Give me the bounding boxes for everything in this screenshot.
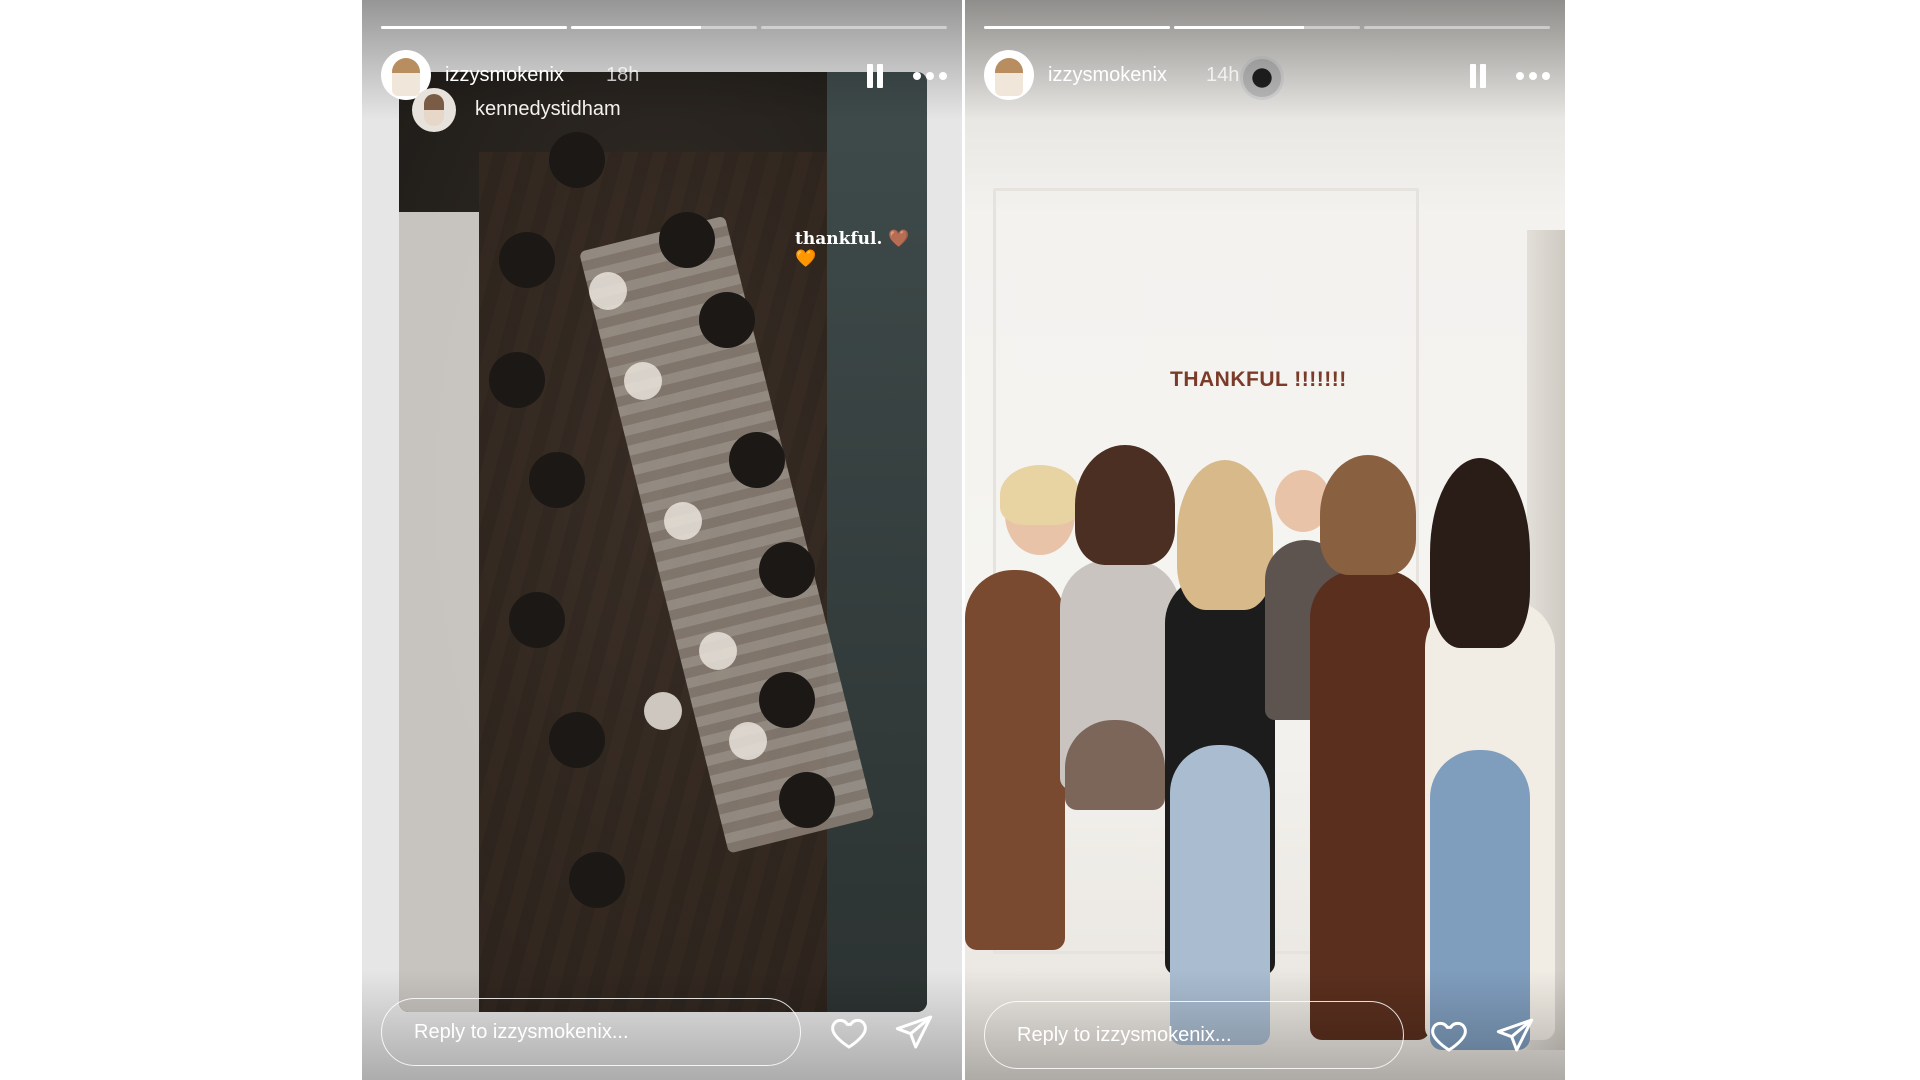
diner xyxy=(659,212,715,268)
timestamp: 14h xyxy=(1206,64,1240,86)
story-overlay-text: thankful. 🤎🧡 xyxy=(795,229,910,269)
reply-placeholder: Reply to izzysmokenix... xyxy=(414,1021,629,1043)
story-overlay-text: THANKFUL !!!!!!! xyxy=(1170,368,1347,391)
person-hair xyxy=(1430,458,1530,648)
diner xyxy=(569,852,625,908)
person xyxy=(965,570,1065,950)
wall xyxy=(827,72,927,1012)
plate xyxy=(729,722,767,760)
progress-segment xyxy=(984,26,1170,29)
pause-icon[interactable] xyxy=(864,64,886,88)
more-icon[interactable] xyxy=(913,72,947,80)
diner xyxy=(699,292,755,348)
story-progress-bar xyxy=(381,26,947,29)
person-hair xyxy=(1320,455,1416,575)
avatar[interactable] xyxy=(984,50,1034,100)
diner xyxy=(759,542,815,598)
story-header: izzysmokenix 18h xyxy=(381,50,947,102)
person-skirt xyxy=(1065,720,1165,810)
progress-segment xyxy=(1364,26,1550,29)
repost-username[interactable]: kennedystidham xyxy=(475,98,621,121)
diner xyxy=(489,352,545,408)
person-hair xyxy=(1177,460,1273,610)
reposted-story-media: thankful. 🤎🧡 xyxy=(399,72,927,1012)
diner xyxy=(529,452,585,508)
reply-placeholder: Reply to izzysmokenix... xyxy=(1017,1024,1232,1046)
diner xyxy=(729,432,785,488)
person-hair xyxy=(1075,445,1175,565)
pause-icon[interactable] xyxy=(1467,64,1489,88)
username[interactable]: izzysmokenix xyxy=(445,64,564,87)
timestamp: 18h xyxy=(606,64,640,86)
progress-segment xyxy=(381,26,567,29)
plate xyxy=(699,632,737,670)
sofa xyxy=(399,212,479,1012)
diner xyxy=(499,232,555,288)
plate xyxy=(644,692,682,730)
plate xyxy=(589,272,627,310)
progress-segment xyxy=(1174,26,1360,29)
reply-input[interactable]: Reply to izzysmokenix... xyxy=(984,1001,1404,1069)
story-header: izzysmokenix 14h xyxy=(984,50,1550,102)
plate xyxy=(664,502,702,540)
story-media: THANKFUL !!!!!!! xyxy=(965,0,1565,1080)
heart-icon[interactable] xyxy=(829,1012,869,1052)
story-right[interactable]: THANKFUL !!!!!!! izzysmokenix 14h Reply … xyxy=(965,0,1565,1080)
heart-icon[interactable] xyxy=(1429,1015,1469,1055)
diner xyxy=(779,772,835,828)
story-left[interactable]: thankful. 🤎🧡 izzysmokenix 18h kennedysti… xyxy=(362,0,962,1080)
reply-input[interactable]: Reply to izzysmokenix... xyxy=(381,998,801,1066)
diner xyxy=(549,132,605,188)
progress-segment xyxy=(571,26,757,29)
diner xyxy=(509,592,565,648)
repost-avatar[interactable] xyxy=(412,88,456,132)
person-hair xyxy=(1000,465,1080,525)
diner xyxy=(759,672,815,728)
send-icon[interactable] xyxy=(1495,1015,1535,1055)
more-icon[interactable] xyxy=(1516,72,1550,80)
username[interactable]: izzysmokenix xyxy=(1048,64,1167,87)
story-progress-bar xyxy=(984,26,1550,29)
plate xyxy=(624,362,662,400)
diner xyxy=(549,712,605,768)
send-icon[interactable] xyxy=(894,1012,934,1052)
progress-segment xyxy=(761,26,947,29)
